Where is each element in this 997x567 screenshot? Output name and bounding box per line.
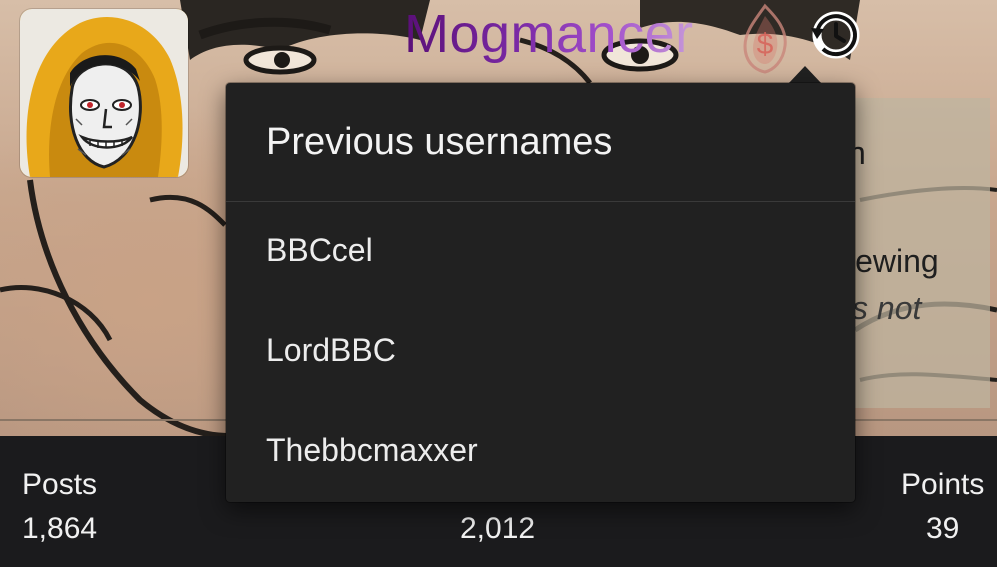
banner-text-fragment: iewing	[848, 243, 939, 279]
previous-username-label: Thebbcmaxxer	[266, 432, 478, 468]
stat-points-value: 39	[926, 512, 960, 545]
stat-points-label: Points	[901, 468, 985, 501]
popup-title: Previous usernames	[266, 121, 613, 163]
svg-text:$: $	[757, 28, 774, 61]
previous-username-item[interactable]: LordBBC	[226, 302, 855, 402]
popup-arrow	[788, 66, 822, 84]
history-icon	[811, 11, 860, 59]
avatar[interactable]	[20, 9, 188, 177]
profile-username: Mogmancer	[404, 4, 694, 64]
banner-text-fragment: s not	[852, 290, 922, 326]
stat-middle-value: 2,012	[460, 512, 536, 545]
previous-username-label: LordBBC	[266, 332, 396, 368]
stat-posts-label: Posts	[22, 468, 98, 501]
dollar-flame-icon: $	[737, 2, 793, 74]
previous-usernames-popup: Previous usernames BBCcel LordBBC Thebbc…	[226, 83, 855, 502]
previous-username-item[interactable]: Thebbcmaxxer	[226, 402, 855, 502]
previous-username-item[interactable]: BBCcel	[226, 202, 855, 302]
username-history-button[interactable]	[806, 6, 862, 62]
avatar-image	[20, 9, 188, 177]
stat-posts-value: 1,864	[22, 512, 98, 545]
previous-username-label: BBCcel	[266, 232, 373, 268]
